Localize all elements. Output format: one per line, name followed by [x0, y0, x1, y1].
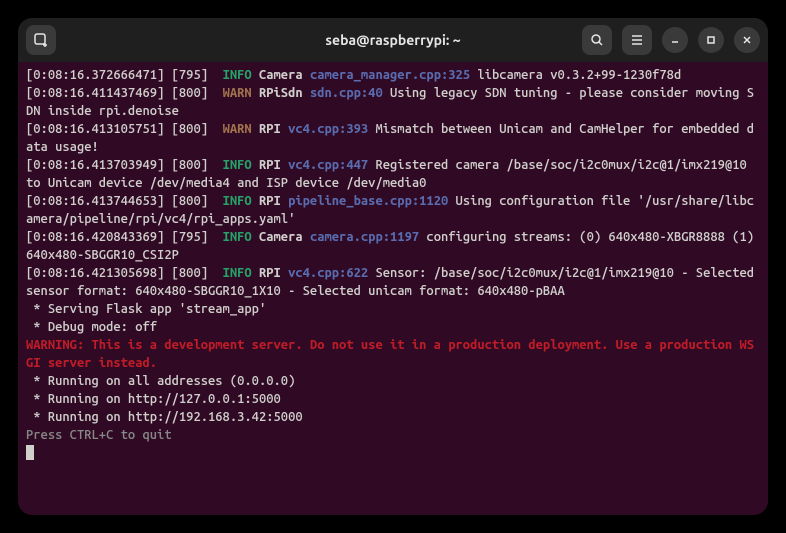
log-level: INFO — [223, 266, 252, 280]
maximize-button[interactable] — [698, 27, 724, 53]
hamburger-icon — [630, 33, 644, 47]
log-location: camera.cpp:1197 — [310, 230, 419, 244]
log-level: WARN — [223, 86, 252, 100]
log-component: RPI — [259, 194, 281, 208]
log-component: RPI — [259, 122, 281, 136]
log-level: INFO — [223, 158, 252, 172]
flask-run-local: * Running on http://127.0.0.1:5000 — [26, 392, 281, 406]
log-location: vc4.cpp:622 — [288, 266, 368, 280]
log-timestamp: [0:08:16.413744653] [800] — [26, 194, 215, 208]
new-tab-button[interactable] — [26, 25, 56, 55]
log-location: sdn.cpp:40 — [310, 86, 383, 100]
flask-warning: WARNING: This is a development server. D… — [26, 338, 754, 370]
log-timestamp: [0:08:16.421305698] [800] — [26, 266, 215, 280]
titlebar: seba@raspberrypi: ~ — [18, 18, 768, 62]
log-timestamp: [0:08:16.420843369] [795] — [26, 230, 215, 244]
log-component: Camera — [259, 230, 303, 244]
log-component: RPI — [259, 158, 281, 172]
minimize-icon — [669, 34, 681, 46]
menu-button[interactable] — [622, 25, 652, 55]
flask-debug: * Debug mode: off — [26, 320, 157, 334]
log-component: RPiSdn — [259, 86, 303, 100]
minimize-button[interactable] — [662, 27, 688, 53]
close-button[interactable] — [734, 27, 760, 53]
log-level: INFO — [223, 194, 252, 208]
log-level: INFO — [223, 230, 252, 244]
close-icon — [741, 34, 753, 46]
log-location: vc4.cpp:393 — [288, 122, 368, 136]
terminal-window: seba@raspberrypi: ~ [0:08:16.372666471] … — [18, 18, 768, 515]
terminal-cursor — [26, 445, 34, 460]
flask-serving: * Serving Flask app 'stream_app' — [26, 302, 266, 316]
log-level: INFO — [223, 68, 252, 82]
flask-quit-hint: Press CTRL+C to quit — [26, 428, 172, 442]
flask-run-all: * Running on all addresses (0.0.0.0) — [26, 374, 295, 388]
log-timestamp: [0:08:16.413703949] [800] — [26, 158, 215, 172]
terminal-output[interactable]: [0:08:16.372666471] [795] INFO Camera ca… — [18, 62, 768, 515]
maximize-icon — [705, 34, 717, 46]
log-level: WARN — [223, 122, 252, 136]
log-location: vc4.cpp:447 — [288, 158, 368, 172]
log-timestamp: [0:08:16.411437469] [800] — [26, 86, 215, 100]
log-message: libcamera v0.3.2+99-1230f78d — [470, 68, 681, 82]
search-button[interactable] — [582, 25, 612, 55]
log-component: RPI — [259, 266, 281, 280]
log-timestamp: [0:08:16.372666471] [795] — [26, 68, 215, 82]
flask-run-ip: * Running on http://192.168.3.42:5000 — [26, 410, 303, 424]
search-icon — [590, 33, 604, 47]
log-timestamp: [0:08:16.413105751] [800] — [26, 122, 215, 136]
log-component: Camera — [259, 68, 303, 82]
log-location: pipeline_base.cpp:1120 — [288, 194, 448, 208]
log-location: camera_manager.cpp:325 — [310, 68, 470, 82]
window-title: seba@raspberrypi: ~ — [271, 32, 516, 48]
